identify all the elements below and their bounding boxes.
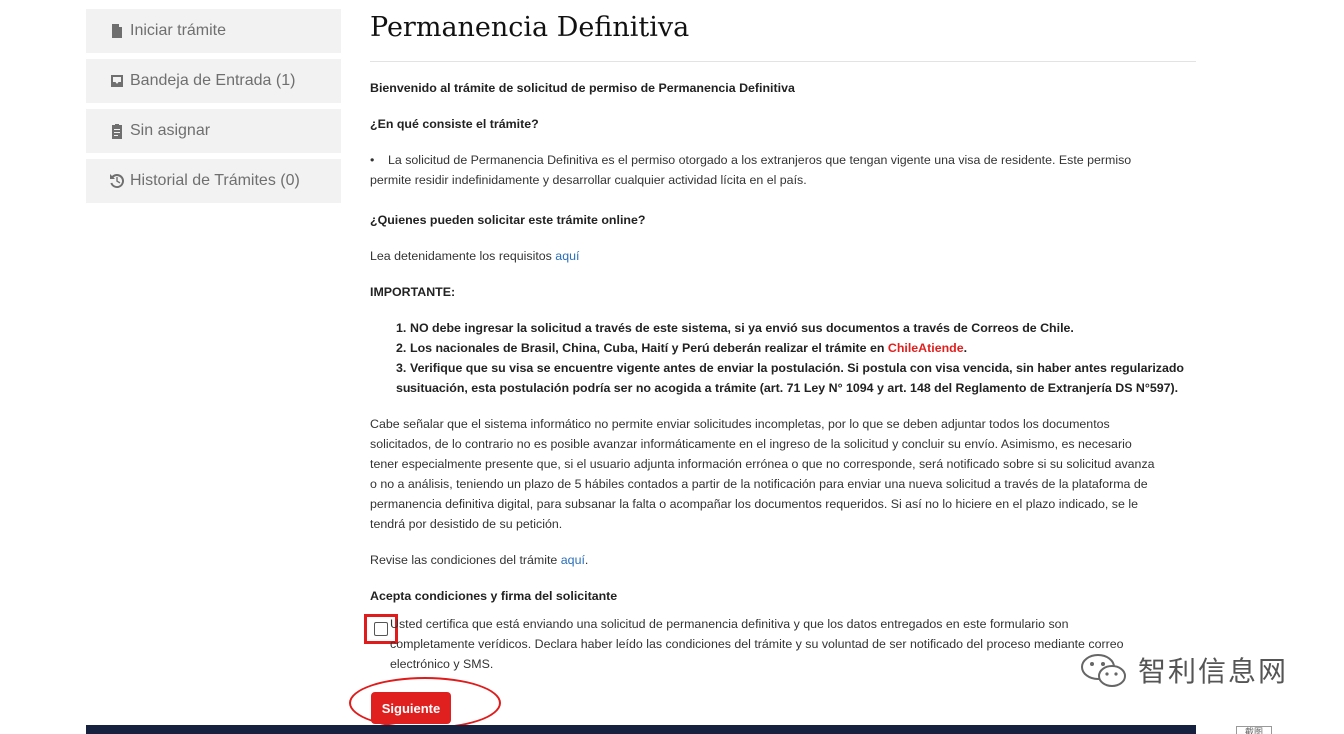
inbox-icon: [108, 72, 126, 90]
welcome-text: Bienvenido al trámite de solicitud de pe…: [370, 81, 795, 95]
watermark-text: 智利信息网: [1138, 656, 1289, 687]
conditions-label: Revise las condiciones del trámite: [370, 553, 561, 567]
wechat-icon: [1081, 654, 1126, 687]
list-item-2-text: Los nacionales de Brasil, China, Cuba, H…: [410, 341, 888, 355]
sidebar-item-label: Sin asignar: [130, 122, 211, 139]
list-item: 1. NO debe ingresar la solicitud a través…: [396, 321, 1074, 335]
info-paragraph-line: tendrá por desistido de su petición.: [370, 517, 563, 531]
info-paragraph-line: o no a análisis, teniendo un plazo de 5 …: [370, 477, 1148, 491]
list-item-1-text: NO debe ingresar la solicitud a través d…: [410, 321, 1074, 335]
section-heading-what: ¿En qué consiste el trámite?: [370, 117, 539, 131]
certify-line: completamente verídicos. Declara haber l…: [390, 637, 1124, 651]
accept-conditions-checkbox[interactable]: [374, 622, 388, 636]
conditions-text: Revise las condiciones del trámite aquí.: [370, 553, 589, 567]
sidebar-item-label: Iniciar trámite: [130, 22, 227, 39]
section-heading-who: ¿Quienes pueden solicitar este trámite o…: [370, 213, 646, 227]
info-paragraph-line: solicitados, de lo contrario no es posib…: [370, 437, 1132, 451]
certify-line: electrónico y SMS.: [390, 657, 494, 671]
requirements-label: Lea detenidamente los requisitos: [370, 249, 556, 263]
bullet-line-2: permite residir indefinidamente y desarr…: [370, 173, 807, 187]
conditions-link[interactable]: aquí: [561, 553, 585, 567]
requirements-link[interactable]: aquí: [555, 249, 579, 263]
bullet-line-1: La solicitud de Permanencia Definitiva e…: [388, 153, 1132, 167]
next-button[interactable]: Siguiente: [371, 692, 451, 724]
main-content: Permanencia Definitiva Bienvenido al trá…: [349, 0, 1196, 729]
accept-heading: Acepta condiciones y firma del solicitan…: [370, 589, 618, 603]
sidebar-item-label: Bandeja de Entrada (1): [130, 72, 296, 89]
list-item-3-line-2: situación, esta postulación podría ser n…: [410, 381, 1179, 395]
certify-line: Usted certifica que está enviando una so…: [390, 617, 1069, 631]
clipboard-icon: [108, 122, 126, 140]
sidebar-item-bandeja-entrada[interactable]: Bandeja de Entrada (1): [86, 59, 341, 103]
sidebar: Iniciar trámite Bandeja de Entrada (1) S…: [86, 9, 341, 209]
requirements-text: Lea detenidamente los requisitos aquí: [370, 246, 1196, 266]
info-paragraph-line: permanencia definitiva digital, para sub…: [370, 497, 1138, 511]
watermark: 智利信息网: [1076, 650, 1288, 690]
file-icon: [108, 22, 126, 40]
sidebar-item-label: Historial de Trámites (0): [130, 172, 300, 189]
sidebar-item-iniciar-tramite[interactable]: Iniciar trámite: [86, 9, 341, 53]
footer-bar: [86, 725, 1196, 734]
chileatiende-link[interactable]: ChileAtiende: [888, 341, 964, 355]
info-paragraph-line: Cabe señalar que el sistema informático …: [370, 417, 1110, 431]
bullet-dot: •: [370, 153, 375, 167]
important-heading: IMPORTANTE:: [370, 285, 456, 299]
history-icon: [108, 172, 126, 190]
sidebar-item-historial[interactable]: Historial de Trámites (0): [86, 159, 341, 203]
description-bullet: • La solicitud de Permanencia Definitiva …: [370, 150, 1196, 170]
sidebar-item-sin-asignar[interactable]: Sin asignar: [86, 109, 341, 153]
info-paragraph-line: tener especialmente presente que, si el …: [370, 457, 1155, 471]
page-title: Permanencia Definitiva: [370, 0, 1196, 62]
list-item: 2. Los nacionales de Brasil, China, Cuba,…: [396, 341, 968, 355]
corner-tag: 截图: [1236, 726, 1272, 734]
